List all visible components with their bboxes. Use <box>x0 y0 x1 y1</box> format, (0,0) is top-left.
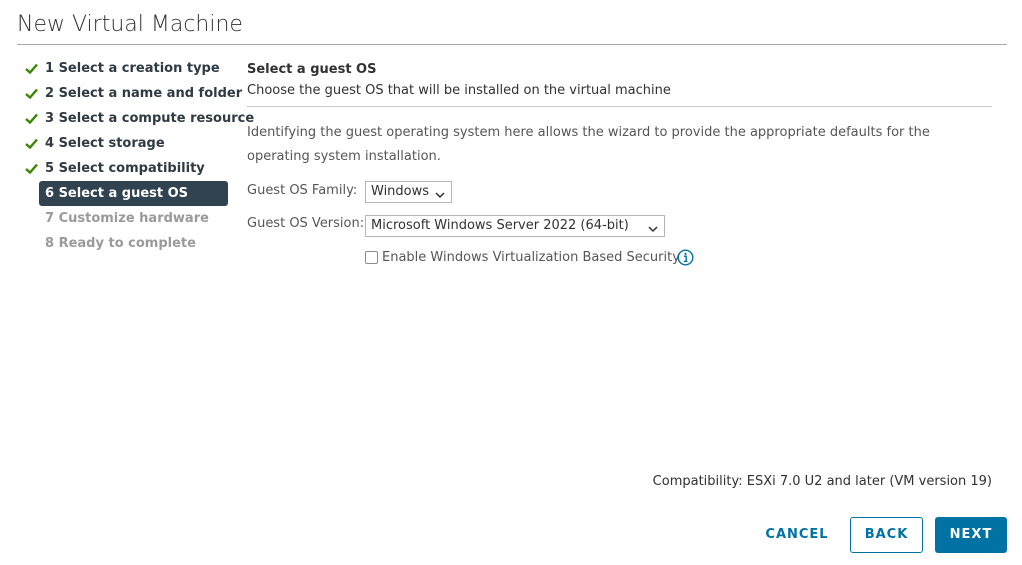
info-icon[interactable] <box>677 249 694 266</box>
back-button[interactable]: BACK <box>850 517 923 553</box>
step-label: 7 Customize hardware <box>45 211 209 226</box>
step-label: 4 Select storage <box>45 136 165 151</box>
section-description: Identifying the guest operating system h… <box>247 125 930 164</box>
compatibility-text: Compatibility: ESXi 7.0 U2 and later (VM… <box>652 474 992 489</box>
step-label: 5 Select compatibility <box>45 161 205 176</box>
title-divider <box>17 44 1007 45</box>
step-label: 3 Select a compute resource <box>45 111 255 126</box>
checkmark-icon <box>25 56 39 81</box>
step-creation-type[interactable]: 1 Select a creation type <box>22 56 228 81</box>
step-customize-hardware: 7 Customize hardware <box>22 206 228 231</box>
step-ready-to-complete: 8 Ready to complete <box>22 231 228 256</box>
section-subtitle: Choose the guest OS that will be install… <box>247 83 671 98</box>
guest-os-version-select[interactable]: Microsoft Windows Server 2022 (64-bit) <box>365 215 665 237</box>
guest-os-family-value: Windows <box>371 184 430 199</box>
guest-os-family-select[interactable]: Windows <box>365 181 452 203</box>
wizard-steps: 1 Select a creation type 2 Select a name… <box>22 56 254 256</box>
cancel-button[interactable]: CANCEL <box>760 517 834 553</box>
vbs-checkbox[interactable] <box>365 251 378 264</box>
vbs-label[interactable]: Enable Windows Virtualization Based Secu… <box>382 248 680 268</box>
section-divider <box>247 106 992 107</box>
step-guest-os[interactable]: 6 Select a guest OS <box>39 181 228 206</box>
step-label: 8 Ready to complete <box>45 236 196 251</box>
guest-os-family-label: Guest OS Family: <box>247 183 358 198</box>
step-storage[interactable]: 4 Select storage <box>22 131 228 156</box>
dialog-title: New Virtual Machine <box>17 12 243 37</box>
checkmark-icon <box>25 106 39 131</box>
guest-os-version-label: Guest OS Version: <box>247 216 365 231</box>
step-label: 6 Select a guest OS <box>45 186 189 201</box>
guest-os-version-value: Microsoft Windows Server 2022 (64-bit) <box>371 218 629 233</box>
checkmark-icon <box>25 131 39 156</box>
section-title: Select a guest OS <box>247 62 377 77</box>
step-label: 1 Select a creation type <box>45 61 220 76</box>
step-name-folder[interactable]: 2 Select a name and folder <box>22 81 242 106</box>
step-compatibility[interactable]: 5 Select compatibility <box>22 156 228 181</box>
step-content: Select a guest OS Choose the guest OS th… <box>247 60 992 169</box>
checkmark-icon <box>25 156 39 181</box>
step-label: 2 Select a name and folder <box>45 86 243 101</box>
chevron-down-icon <box>435 187 445 199</box>
step-compute-resource[interactable]: 3 Select a compute resource <box>22 106 254 131</box>
chevron-down-icon <box>648 221 658 233</box>
next-button[interactable]: NEXT <box>935 517 1007 553</box>
checkmark-icon <box>25 81 39 106</box>
